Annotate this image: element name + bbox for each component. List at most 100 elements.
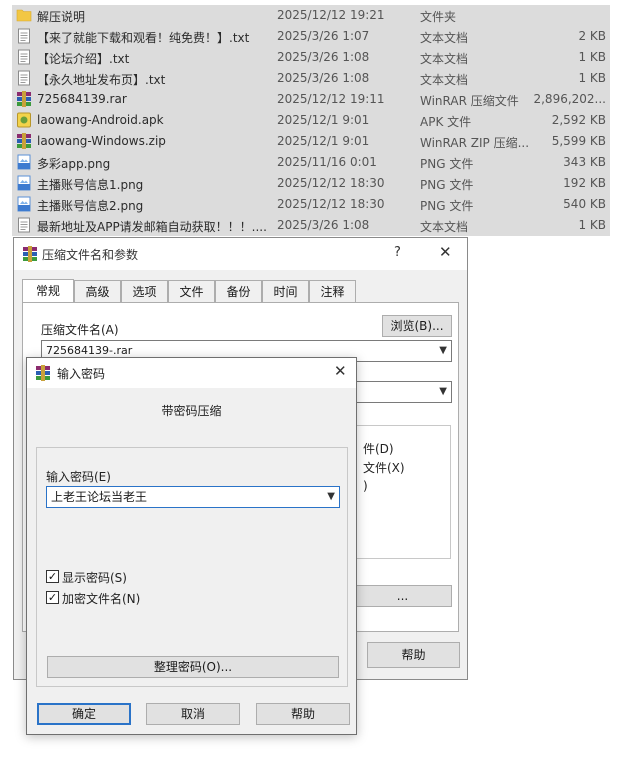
archive-name-value: 725684139-.rar	[46, 344, 133, 357]
set-password-button[interactable]: ...	[353, 585, 452, 607]
archive-dialog-title: 压缩文件名和参数	[42, 248, 139, 262]
file-date: 2025/3/26 1:08	[277, 218, 370, 232]
show-password-checkbox[interactable]: ✓	[46, 570, 59, 583]
file-row[interactable]: 【永久地址发布页】.txt 2025/3/26 1:08 文本文档 1 KB	[12, 68, 610, 89]
tab-advanced[interactable]: 高级	[74, 280, 121, 302]
file-type: PNG 文件	[420, 199, 474, 213]
file-row[interactable]: 【来了就能下载和观看！纯免费！】.txt 2025/3/26 1:07 文本文档 2 …	[12, 26, 610, 47]
archive-option-label: 件(D)	[363, 442, 394, 456]
file-date: 2025/3/26 1:08	[277, 50, 370, 64]
file-date: 2025/3/26 1:08	[277, 71, 370, 85]
update-mode-combobox[interactable]: ▼	[353, 381, 452, 403]
winrar-archive-icon	[16, 91, 32, 107]
enter-password-dialog: 输入密码 ✕ 带密码压缩 输入密码(E) 上老王论坛当老王 ▼ ✓ 显示密码(S…	[26, 357, 357, 735]
file-date: 2025/12/12 19:21	[277, 8, 385, 22]
cancel-button[interactable]: 取消	[146, 703, 240, 725]
tab-time[interactable]: 时间	[262, 280, 309, 302]
text-file-icon	[16, 28, 32, 44]
password-input[interactable]: 上老王论坛当老王 ▼	[46, 486, 340, 508]
ok-button[interactable]: 确定	[37, 703, 131, 725]
png-file-icon	[16, 175, 32, 191]
encrypt-filenames-checkbox[interactable]: ✓	[46, 591, 59, 604]
file-name: 解压说明	[37, 10, 86, 24]
file-type: APK 文件	[420, 115, 472, 129]
chevron-down-icon[interactable]: ▼	[439, 382, 447, 402]
file-date: 2025/12/1 9:01	[277, 134, 370, 148]
file-row[interactable]: 【论坛介绍】.txt 2025/3/26 1:08 文本文档 1 KB	[12, 47, 610, 68]
file-date: 2025/12/12 18:30	[277, 176, 385, 190]
tab-files[interactable]: 文件	[168, 280, 215, 302]
file-row[interactable]: 解压说明 2025/12/12 19:21 文件夹	[12, 5, 610, 26]
chevron-down-icon[interactable]: ▼	[439, 341, 447, 361]
file-size: 540 KB	[563, 197, 606, 211]
file-size: 2,896,202...	[533, 92, 606, 106]
file-type: 文本文档	[420, 31, 469, 45]
winrar-archive-icon	[16, 133, 32, 149]
archive-dialog-titlebar[interactable]: 压缩文件名和参数 ? ✕	[14, 238, 467, 270]
close-icon[interactable]: ✕	[439, 243, 452, 261]
file-type: 文本文档	[420, 52, 469, 66]
file-list: 解压说明 2025/12/12 19:21 文件夹【来了就能下载和观看！纯免费！】.…	[12, 5, 610, 236]
password-group: 输入密码(E) 上老王论坛当老王 ▼ ✓ 显示密码(S) ✓ 加密文件名(N) …	[36, 447, 348, 687]
file-date: 2025/3/26 1:07	[277, 29, 370, 43]
tab-general[interactable]: 常规	[22, 279, 74, 303]
file-row[interactable]: laowang-Android.apk 2025/12/1 9:01 APK 文件 2…	[12, 110, 610, 131]
file-size: 192 KB	[563, 176, 606, 190]
file-type: 文本文档	[420, 220, 469, 234]
password-dialog-title: 输入密码	[57, 367, 106, 381]
chevron-down-icon[interactable]: ▼	[327, 487, 335, 507]
password-input-label: 输入密码(E)	[46, 470, 111, 484]
help-icon[interactable]: ?	[394, 245, 401, 260]
show-password-label[interactable]: 显示密码(S)	[62, 569, 127, 586]
file-row[interactable]: 多彩app.png 2025/11/16 0:01 PNG 文件 343 KB	[12, 152, 610, 173]
archive-option-label: 文件(X)	[363, 461, 405, 475]
file-row[interactable]: 主播账号信息1.png 2025/12/12 18:30 PNG 文件 192 KB	[12, 173, 610, 194]
text-file-icon	[16, 49, 32, 65]
file-date: 2025/12/12 19:11	[277, 92, 385, 106]
tab-options[interactable]: 选项	[121, 280, 168, 302]
file-name: 725684139.rar	[37, 92, 127, 106]
file-row[interactable]: 725684139.rar 2025/12/12 19:11 WinRAR 压缩文件…	[12, 89, 610, 110]
password-value: 上老王论坛当老王	[51, 490, 148, 504]
file-size: 1 KB	[578, 218, 606, 232]
file-type: PNG 文件	[420, 178, 474, 192]
file-row[interactable]: 最新地址及APP请发邮箱自动获取！！！.... 2025/3/26 1:08 文本文…	[12, 215, 610, 236]
tab-comment[interactable]: 注释	[309, 280, 356, 302]
tab-backup[interactable]: 备份	[215, 280, 262, 302]
file-name: 【论坛介绍】.txt	[37, 52, 130, 66]
file-type: WinRAR ZIP 压缩...	[420, 136, 530, 150]
file-type: PNG 文件	[420, 157, 474, 171]
organize-passwords-button[interactable]: 整理密码(O)...	[47, 656, 339, 678]
file-name: 主播账号信息2.png	[37, 199, 144, 213]
png-file-icon	[16, 154, 32, 170]
file-name: 【来了就能下载和观看！纯免费！】.txt	[37, 31, 250, 45]
file-date: 2025/12/1 9:01	[277, 113, 370, 127]
file-size: 1 KB	[578, 50, 606, 64]
file-type: 文本文档	[420, 73, 469, 87]
file-name: 最新地址及APP请发邮箱自动获取！！！....	[37, 220, 267, 234]
file-name: laowang-Windows.zip	[37, 134, 166, 148]
folder-icon	[16, 7, 32, 23]
file-row[interactable]: laowang-Windows.zip 2025/12/1 9:01 WinRAR …	[12, 131, 610, 152]
apk-icon	[16, 112, 32, 128]
help-button[interactable]: 帮助	[367, 642, 460, 668]
archive-name-label: 压缩文件名(A)	[41, 323, 119, 337]
close-icon[interactable]: ✕	[334, 362, 347, 380]
file-type: 文件夹	[420, 10, 457, 24]
browse-button[interactable]: 浏览(B)...	[382, 315, 452, 337]
file-name: laowang-Android.apk	[37, 113, 164, 127]
file-row[interactable]: 主播账号信息2.png 2025/12/12 18:30 PNG 文件 540 KB	[12, 194, 610, 215]
password-dialog-titlebar[interactable]: 输入密码 ✕	[27, 358, 356, 388]
file-name: 主播账号信息1.png	[37, 178, 144, 192]
file-size: 343 KB	[563, 155, 606, 169]
winrar-icon	[36, 365, 50, 381]
password-dialog-heading: 带密码压缩	[161, 404, 222, 418]
text-file-icon	[16, 70, 32, 86]
file-date: 2025/11/16 0:01	[277, 155, 377, 169]
archive-option-label: )	[363, 479, 368, 493]
help-button[interactable]: 帮助	[256, 703, 350, 725]
file-size: 2 KB	[578, 29, 606, 43]
encrypt-filenames-label[interactable]: 加密文件名(N)	[62, 590, 140, 607]
png-file-icon	[16, 196, 32, 212]
file-size: 5,599 KB	[551, 134, 606, 148]
